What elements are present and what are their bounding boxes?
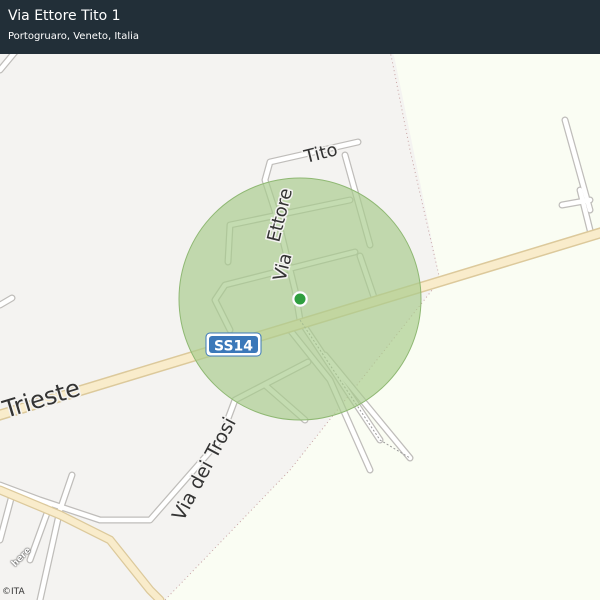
map-canvas[interactable]: SS14 Trieste Via dei Trosi Via Ettore Ti… [0, 0, 600, 600]
location-dot[interactable] [294, 293, 306, 305]
location-subtitle: Portogruaro, Veneto, Italia [8, 31, 140, 42]
location-header: Via Ettore Tito 1 Portogruaro, Veneto, I… [0, 0, 600, 54]
location-title: Via Ettore Tito 1 [8, 8, 121, 24]
ss14-shield: SS14 [205, 332, 262, 357]
map-attribution: here ©ITA [2, 546, 44, 600]
copyright-link[interactable]: ©ITA [2, 587, 25, 597]
map-view[interactable]: SS14 Trieste Via dei Trosi Via Ettore Ti… [0, 0, 600, 600]
ss14-shield-label: SS14 [214, 339, 253, 355]
